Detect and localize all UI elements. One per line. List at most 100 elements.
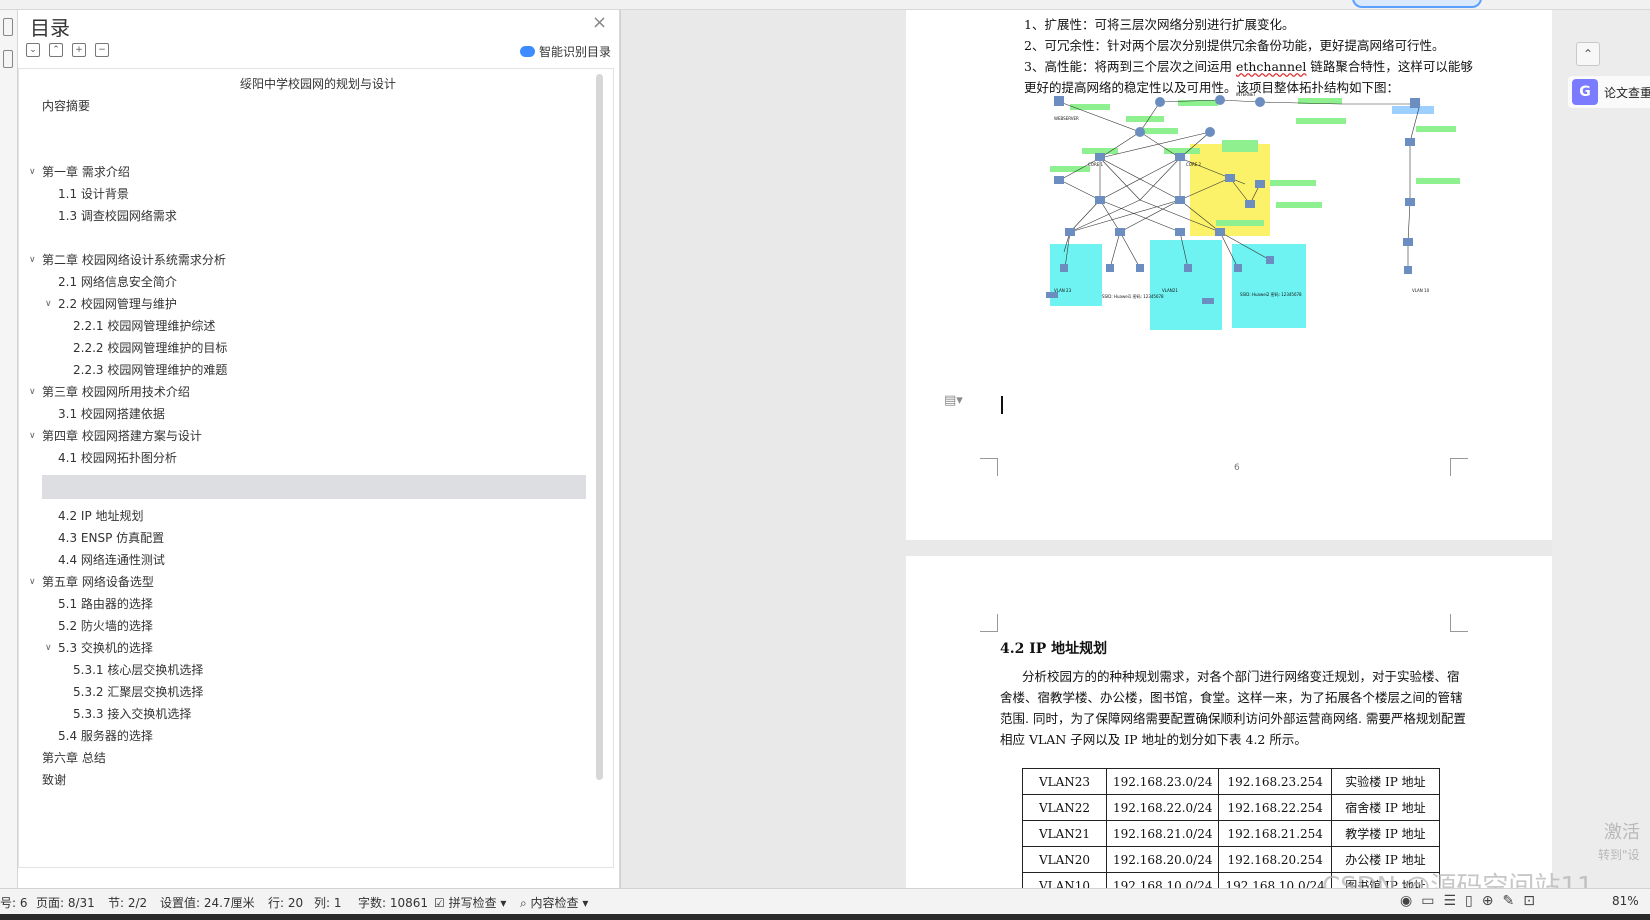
toc-item-label: 2.2 校园网管理与维护 [58, 297, 177, 311]
diagram-label: SSID: Huawei2 密码: 12345678 [1240, 291, 1302, 297]
zoom-level[interactable]: 81% [1612, 894, 1639, 908]
toc-item[interactable]: 绥阳中学校园网的规划与设计 [18, 73, 588, 95]
content-check-button[interactable]: ⌕ 内容检查 ▾ [520, 894, 588, 911]
web-view-icon[interactable]: ⊕ [1482, 893, 1494, 909]
chevron-down-icon[interactable]: ∨ [29, 425, 36, 447]
scroll-top-button[interactable]: ⌃ [1576, 42, 1600, 66]
toc-item[interactable]: ∨ 第三章 校园网所用技术介绍 [18, 381, 588, 403]
toc-item[interactable]: 2.1 网络信息安全简介 [18, 271, 588, 293]
read-view-icon[interactable]: ▯ [1465, 893, 1473, 909]
toc-item-label: 5.3.1 核心层交换机选择 [73, 663, 204, 677]
status-page[interactable]: 页面: 8/31 [36, 894, 95, 911]
smart-toc-button[interactable]: 智能识别目录 [520, 43, 611, 60]
toc-item[interactable]: ∨ 第二章 校园网络设计系统需求分析 [18, 249, 588, 271]
document-format-icon[interactable]: ▤▾ [944, 393, 963, 408]
toc-item[interactable]: 4.2 IP 地址规划 [18, 505, 588, 527]
diagram-label: WEBSERVER [1054, 116, 1079, 121]
chevron-down-icon[interactable]: ∨ [29, 571, 36, 593]
access-switch-icon [1065, 228, 1075, 236]
net-label [1270, 180, 1316, 186]
left-edge-toolbar [0, 10, 18, 888]
toc-scrollbar[interactable] [596, 74, 603, 780]
table-cell: VLAN20 [1022, 846, 1107, 873]
pane-divider[interactable] [620, 10, 621, 888]
table-row: VLAN23 192.168.23.0/24 192.168.23.254 实验楼 I… [1022, 768, 1440, 795]
table-cell: VLAN23 [1022, 768, 1107, 795]
spell-check-label: 拼写检查 [448, 896, 497, 910]
toc-item[interactable]: 2.2.2 校园网管理维护的目标 [18, 337, 588, 359]
toc-item[interactable]: 4.1 校园网拓扑图分析 [18, 447, 588, 469]
toc-item[interactable]: ∨ 2.2 校园网管理与维护 [18, 293, 588, 315]
status-bar: 号: 6 页面: 8/31 节: 2/2 设置值: 24.7厘米 行: 20 列… [0, 888, 1650, 914]
toc-item[interactable]: 第六章 总结 [18, 747, 588, 769]
spell-check-button[interactable]: ☑ 拼写检查 ▾ [434, 894, 506, 911]
diagram-label: INTERNET [1236, 92, 1256, 97]
chevron-down-icon[interactable]: ∨ [45, 293, 52, 315]
core-switch-icon [1175, 153, 1185, 161]
status-col: 列: 1 [314, 896, 342, 910]
net-label [1296, 118, 1346, 124]
chevron-down-icon[interactable]: ∨ [29, 161, 36, 183]
toc-item[interactable]: 5.3.2 汇聚层交换机选择 [18, 681, 588, 703]
toc-item[interactable]: 2.2.1 校园网管理维护综述 [18, 315, 588, 337]
table-row: VLAN22 192.168.22.0/24 192.168.22.254 宿舍楼 I… [1022, 794, 1440, 821]
toc-item[interactable]: 5.3.3 接入交换机选择 [18, 703, 588, 725]
close-icon[interactable]: × [592, 12, 607, 33]
page-number: 6 [1234, 463, 1240, 473]
toc-item[interactable]: 5.1 路由器的选择 [18, 593, 588, 615]
chevron-down-icon[interactable]: ∨ [29, 249, 36, 271]
toc-item[interactable]: 3.1 校园网搭建依据 [18, 403, 588, 425]
collapse-all-icon[interactable]: ⌄ [26, 43, 40, 57]
outline-view-icon[interactable]: ☰ [1443, 893, 1456, 909]
remove-heading-icon[interactable]: − [95, 43, 109, 57]
toc-item[interactable]: 致谢 [18, 769, 588, 791]
page-view-icon[interactable]: ▭ [1421, 893, 1434, 909]
toc-item-label: 2.2.1 校园网管理维护综述 [73, 319, 216, 333]
paragraph-line: 范围. 同时，为了保障网络需要配置确保顺利访问外部运营商网络. 需要严格规划配置 [1000, 711, 1466, 726]
toc-panel: 目录 × ⌄ ⌃ + − 智能识别目录 绥阳中学校园网的规划与设计 内容摘要 ∨ 第一… [18, 10, 620, 888]
access-switch-icon [1175, 228, 1185, 236]
toc-item[interactable]: 5.3.1 核心层交换机选择 [18, 659, 588, 681]
toc-selected-row[interactable] [42, 475, 586, 499]
document-canvas-margin [620, 10, 906, 888]
table-cell: 192.168.22.254 [1218, 794, 1332, 821]
toc-item[interactable]: 4.4 网络连通性测试 [18, 549, 588, 571]
fit-page-icon[interactable]: ⊡ [1523, 893, 1535, 909]
toc-item[interactable]: ∨ 第一章 需求介绍 [18, 161, 588, 183]
table-cell: 教学楼 IP 地址 [1330, 820, 1440, 847]
status-word-count[interactable]: 字数: 10861 [358, 894, 428, 911]
toc-item-label: 绥阳中学校园网的规划与设计 [239, 77, 396, 91]
chevron-down-icon[interactable]: ∨ [29, 381, 36, 403]
expand-up-icon[interactable]: ⌃ [49, 43, 63, 57]
right-side-panel [1552, 10, 1650, 888]
eye-protect-icon[interactable]: ◉ [1400, 893, 1412, 909]
crop-mark [980, 458, 998, 476]
paragraph-line: 舍楼、宿教学楼、办公楼，图书馆，食堂。这样一来，为了拓展各个楼层之间的管辖 [1000, 690, 1463, 705]
bookmark-icon[interactable] [3, 50, 13, 68]
toc-item[interactable]: 2.2.3 校园网管理维护的难题 [18, 359, 588, 381]
toc-item[interactable]: 4.3 ENSP 仿真配置 [18, 527, 588, 549]
toc-item-label: 致谢 [42, 773, 67, 787]
toc-item[interactable]: ∨ 第四章 校园网搭建方案与设计 [18, 425, 588, 447]
diagram-label: SSID: Huawei1 密码: 12345678 [1102, 293, 1164, 299]
plagiarism-check-button[interactable]: G 论文查重 [1568, 76, 1650, 108]
top-accent-tab[interactable] [1352, 0, 1482, 8]
toc-item-label: 第二章 校园网络设计系统需求分析 [42, 253, 226, 267]
chevron-down-icon[interactable]: ∨ [45, 637, 52, 659]
toc-item[interactable]: 1.3 调查校园网络需求 [18, 205, 588, 227]
add-heading-icon[interactable]: + [72, 43, 86, 57]
status-section: 节: 2/2 [108, 896, 148, 910]
edit-icon[interactable]: ✎ [1502, 893, 1514, 909]
toc-item[interactable]: ∨ 5.3 交换机的选择 [18, 637, 588, 659]
toc-spacer [18, 139, 588, 161]
spell-error-word[interactable]: ethchannel [1236, 59, 1306, 74]
toc-item[interactable]: 5.4 服务器的选择 [18, 725, 588, 747]
toc-item[interactable]: 内容摘要 [18, 95, 588, 117]
toc-item[interactable]: 1.1 设计背景 [18, 183, 588, 205]
toc-item[interactable]: ∨ 第五章 网络设备选型 [18, 571, 588, 593]
pc-icon [1266, 256, 1274, 264]
nav-pane-icon[interactable] [3, 18, 13, 36]
toc-item-label: 5.3.2 汇聚层交换机选择 [73, 685, 204, 699]
toc-item[interactable]: 5.2 防火墙的选择 [18, 615, 588, 637]
net-label [1216, 220, 1264, 226]
